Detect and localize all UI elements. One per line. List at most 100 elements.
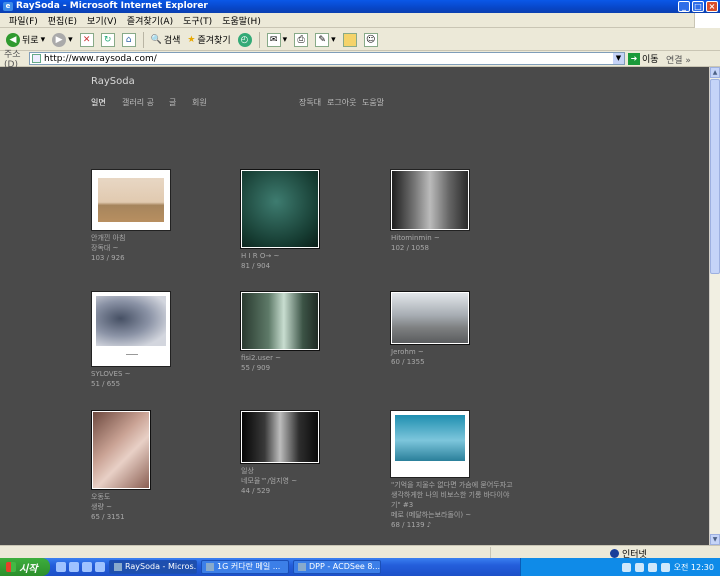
nav-item-home[interactable]: 일면	[91, 97, 106, 108]
nav-item-members[interactable]: 회원	[192, 97, 207, 108]
photo-thumbnail[interactable]	[91, 410, 151, 490]
page-icon	[32, 54, 41, 63]
folder-button[interactable]	[341, 32, 359, 48]
photo-thumbnail[interactable]	[240, 291, 320, 351]
maximize-button[interactable]: □	[692, 1, 704, 12]
photo-title[interactable]: 안개낀 아침	[91, 233, 125, 243]
menu-edit[interactable]: 편집(E)	[43, 14, 82, 27]
photo-signature	[126, 354, 138, 355]
status-bar: 인터넷	[0, 545, 720, 560]
browser-toolbar: ◀ 뒤로 ▾ ▶ ▾ ✕ ↻ ⌂ 🔍 검색 ★ 즐겨찾기 ◴ ✉ ▾ ⎙ ✎ ▾ ☺	[0, 29, 720, 51]
photo-title[interactable]: 일상	[241, 466, 297, 476]
nav-item-help[interactable]: 도움말	[362, 97, 384, 108]
photo-image	[242, 412, 318, 462]
print-button[interactable]: ⎙	[292, 32, 310, 48]
menu-favorites[interactable]: 즐겨찾기(A)	[122, 14, 178, 27]
photo-thumbnail[interactable]	[390, 169, 470, 231]
photo-thumbnail[interactable]	[91, 169, 171, 231]
taskbar-button-acdsee[interactable]: DPP - ACDSee 8...	[293, 560, 381, 574]
taskbar-button-raysoda[interactable]: RaySoda - Micros...	[109, 560, 197, 574]
photo-title[interactable]: fisi2.user ~	[241, 353, 281, 363]
window-controls: _ □ ×	[678, 1, 718, 12]
close-button[interactable]: ×	[706, 1, 718, 12]
site-title[interactable]: RaySoda	[91, 76, 135, 87]
nav-item-logout[interactable]: 로그아웃	[327, 97, 356, 108]
photo-title[interactable]: SYLOVES ~	[91, 369, 131, 379]
menu-help[interactable]: 도움말(H)	[217, 14, 266, 27]
tray-icon[interactable]	[647, 562, 657, 572]
volume-icon[interactable]	[660, 562, 670, 572]
ie-app-icon: e	[3, 2, 13, 11]
media-player-icon[interactable]	[82, 562, 92, 572]
stop-button[interactable]: ✕	[78, 32, 96, 48]
photo-thumbnail[interactable]	[390, 291, 470, 345]
favorites-button[interactable]: ★ 즐겨찾기	[185, 32, 232, 47]
photo-stats: 55 / 909	[241, 364, 271, 372]
nav-item-gallery[interactable]: 갤러리 공	[122, 97, 154, 108]
quick-launch	[56, 562, 105, 572]
scroll-down-button[interactable]: ▼	[710, 534, 720, 545]
nav-item-user[interactable]: 장독대	[299, 97, 321, 108]
photo-thumbnail[interactable]	[390, 410, 470, 478]
ie-task-icon	[114, 563, 122, 571]
chevron-down-icon: ▾	[331, 34, 336, 45]
photo-caption: 안개낀 아침 장독대 ~ 103 / 926	[91, 233, 125, 263]
window-title: RaySoda - Microsoft Internet Explorer	[16, 1, 208, 11]
show-desktop-icon[interactable]	[56, 562, 66, 572]
photo-title-continued: 기" #3	[391, 501, 414, 509]
menu-file[interactable]: 파일(F)	[4, 14, 43, 27]
photo-user[interactable]: 메로 (메달하는보라돌이) ~	[391, 510, 513, 520]
go-button[interactable]: ➜ 이동	[628, 52, 659, 65]
scroll-up-button[interactable]: ▲	[710, 67, 720, 78]
stop-icon: ✕	[79, 32, 94, 47]
photo-caption: 일상 네모율™/엄지영 ~ 44 / 529	[241, 466, 297, 496]
nav-item-posts[interactable]: 글	[169, 97, 176, 108]
photo-user[interactable]: 생량 ~	[91, 502, 125, 512]
windows-logo-icon	[694, 13, 720, 28]
menu-view[interactable]: 보기(V)	[82, 14, 122, 27]
photo-title[interactable]: "기억을 지울수 없다면 가슴에 묻어두자고	[391, 480, 513, 490]
url-input[interactable]: http://www.raysoda.com/ ▼	[29, 52, 625, 65]
messenger-quicklaunch-icon[interactable]	[95, 562, 105, 572]
photo-caption: H I R O→ ~ 81 / 904	[241, 251, 279, 271]
photo-user[interactable]: 장독대 ~	[91, 243, 125, 253]
tray-icon[interactable]	[621, 562, 631, 572]
search-button[interactable]: 🔍 검색	[149, 32, 183, 47]
chevron-down-icon: ▾	[68, 34, 73, 45]
home-button[interactable]: ⌂	[120, 32, 138, 48]
refresh-button[interactable]: ↻	[99, 32, 117, 48]
photo-stats: 65 / 3151	[91, 513, 125, 521]
links-button[interactable]: 연결 »	[666, 53, 691, 66]
mail-icon: ✉	[266, 32, 281, 47]
menu-tools[interactable]: 도구(T)	[178, 14, 217, 27]
address-dropdown-button[interactable]: ▼	[613, 53, 624, 64]
scrollbar-thumb[interactable]	[710, 79, 720, 274]
photo-thumbnail[interactable]	[240, 169, 320, 249]
forward-button[interactable]: ▶ ▾	[50, 32, 75, 48]
photo-image	[93, 412, 149, 488]
clock[interactable]: 오전 12:30	[674, 562, 714, 573]
vertical-scrollbar[interactable]: ▲ ▼	[709, 67, 720, 545]
messenger-button[interactable]: ☺	[362, 32, 380, 48]
photo-title[interactable]: H I R O→ ~	[241, 251, 279, 261]
photo-stats: 102 / 1058	[391, 244, 429, 252]
minimize-button[interactable]: _	[678, 1, 690, 12]
photo-title[interactable]: Hitominmin ~	[391, 233, 440, 243]
ie-quicklaunch-icon[interactable]	[69, 562, 79, 572]
mail-button[interactable]: ✉ ▾	[265, 32, 290, 48]
forward-arrow-icon: ▶	[52, 32, 67, 47]
photo-thumbnail[interactable]	[91, 291, 171, 367]
tray-icon[interactable]	[634, 562, 644, 572]
photo-thumbnail[interactable]	[240, 410, 320, 464]
task-label: RaySoda - Micros...	[125, 562, 197, 571]
taskbar-button-mail[interactable]: 1G 커다란 메일 ...	[201, 560, 289, 574]
photo-user[interactable]: 네모율™/엄지영 ~	[241, 476, 297, 486]
back-button[interactable]: ◀ 뒤로 ▾	[4, 32, 47, 48]
url-text: http://www.raysoda.com/	[44, 53, 157, 64]
edit-button[interactable]: ✎ ▾	[313, 32, 338, 48]
start-button[interactable]: 시작	[0, 558, 50, 576]
history-button[interactable]: ◴	[236, 32, 254, 48]
photo-caption: fisi2.user ~ 55 / 909	[241, 353, 281, 373]
photo-title[interactable]: Jerohm ~	[391, 347, 425, 357]
photo-title[interactable]: 오동도	[91, 492, 125, 502]
